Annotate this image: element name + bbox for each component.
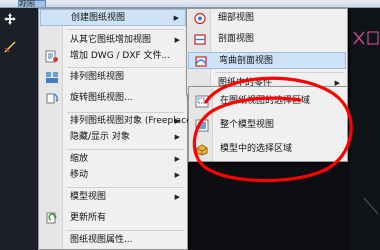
menu-item-label: 图纸视图属性... [70, 235, 133, 245]
curved-section-icon [194, 55, 208, 68]
menu-item-label: 剖面视图 [218, 34, 255, 44]
menu-item-zoom[interactable]: 缩放 ▶ [40, 151, 186, 168]
section-view-icon [193, 33, 207, 46]
menu-item-label: 从其它图纸增加视图 [70, 35, 152, 45]
menu-item-label: 旋转图纸视图... [70, 93, 133, 103]
submenu-arrow-icon: ▶ [174, 133, 180, 141]
menu-item-drawing-view-properties[interactable]: 图纸视图属性... [40, 232, 186, 249]
menu-item-label: 细部视图 [218, 13, 255, 23]
menu-item-label: 创建图纸视图 [71, 13, 126, 23]
menu-item-label: 缩放 [70, 154, 89, 164]
menu-item-label: 模型中的选择区域 [220, 144, 293, 154]
menu-item-label: 整个模型视图 [220, 120, 275, 130]
submenu-arrow-icon: ▶ [174, 36, 180, 44]
menu-item-update-all[interactable]: 更新所有 [40, 210, 186, 227]
whole-model-icon [195, 119, 209, 132]
menu-item-label: 移动 [70, 170, 89, 180]
dwg-icon [45, 50, 59, 63]
menu-item-label: 在图纸视图的选择区域 [220, 96, 311, 106]
model-selection-icon [195, 143, 209, 156]
menu-item-add-dwg-dxf[interactable]: 增加 DWG / DXF 文件... [40, 48, 186, 65]
submenu-item-section-view[interactable]: 剖面视图 [188, 31, 346, 48]
menu-item-hide-show-objects[interactable]: 隐藏/显示 对象 ▶ [40, 129, 186, 146]
menubar: 视图 [0, 0, 380, 8]
menu-item-arrange-view-objects[interactable]: 排列图纸视图对象 (Freeplace) ▶ [40, 113, 195, 130]
detail-view-icon [193, 12, 207, 25]
menu-item-move[interactable]: 移动 ▶ [40, 167, 186, 184]
selection-area-icon [195, 95, 209, 108]
menu-item-create-drawing-view[interactable]: 创建图纸视图 ▶ [40, 9, 186, 26]
menu-item-label: 排列图纸视图 [70, 72, 125, 82]
create-drawing-view-submenu: 细部视图 剖面视图 弯曲剖面视图 图纸中的零件 ▶ [186, 8, 348, 95]
submenu-item-curved-section-view[interactable]: 弯曲剖面视图 [188, 52, 346, 69]
move-cursor-icon[interactable] [4, 10, 16, 25]
menu-view[interactable]: 视图 [18, 0, 46, 7]
rotate-view-icon [45, 92, 59, 105]
left-toolbar [0, 8, 38, 250]
view-dropdown-menu: 创建图纸视图 ▶ 从其它图纸增加视图 ▶ 增加 DWG / DXF 文件... … [38, 8, 195, 250]
measure-icon[interactable] [4, 38, 16, 53]
menu-item-label: 更新所有 [70, 213, 107, 223]
submenu-item-selection-in-drawing-view[interactable]: 在图纸视图的选择区域 [190, 93, 346, 110]
menu-item-rotate-drawing-view[interactable]: 旋转图纸视图... [40, 90, 186, 107]
update-all-icon [45, 212, 59, 225]
parts-in-drawing-submenu: 在图纸视图的选择区域 整个模型视图 模型中的选择区域 [188, 86, 348, 162]
menu-item-add-view-from-other-drawing[interactable]: 从其它图纸增加视图 ▶ [40, 32, 186, 49]
submenu-arrow-icon: ▶ [174, 155, 180, 163]
submenu-arrow-icon: ▶ [174, 193, 180, 201]
submenu-arrow-icon: ▶ [174, 171, 180, 179]
menu-item-model-view[interactable]: 模型视图 ▶ [40, 189, 186, 206]
submenu-item-selection-in-model[interactable]: 模型中的选择区域 [190, 141, 346, 158]
menu-item-label: 增加 DWG / DXF 文件... [70, 51, 171, 61]
menu-item-label: 模型视图 [70, 192, 107, 202]
menu-item-label: 隐藏/显示 对象 [70, 132, 130, 142]
menu-item-arrange-drawing-views[interactable]: 排列图纸视图 [40, 69, 186, 86]
app-window: 视图 创建图纸视图 ▶ 从其它图纸增加视图 ▶ 增加 DWG / DXF 文件.… [0, 0, 380, 250]
drawing-canvas[interactable] [350, 8, 380, 250]
menu-item-label: 弯曲剖面视图 [219, 56, 274, 66]
arrange-views-icon [45, 71, 59, 84]
submenu-item-detail-view[interactable]: 细部视图 [188, 10, 346, 27]
submenu-arrow-icon: ▶ [174, 117, 180, 125]
submenu-arrow-icon: ▶ [173, 14, 179, 22]
submenu-item-whole-model-view[interactable]: 整个模型视图 [190, 117, 346, 134]
